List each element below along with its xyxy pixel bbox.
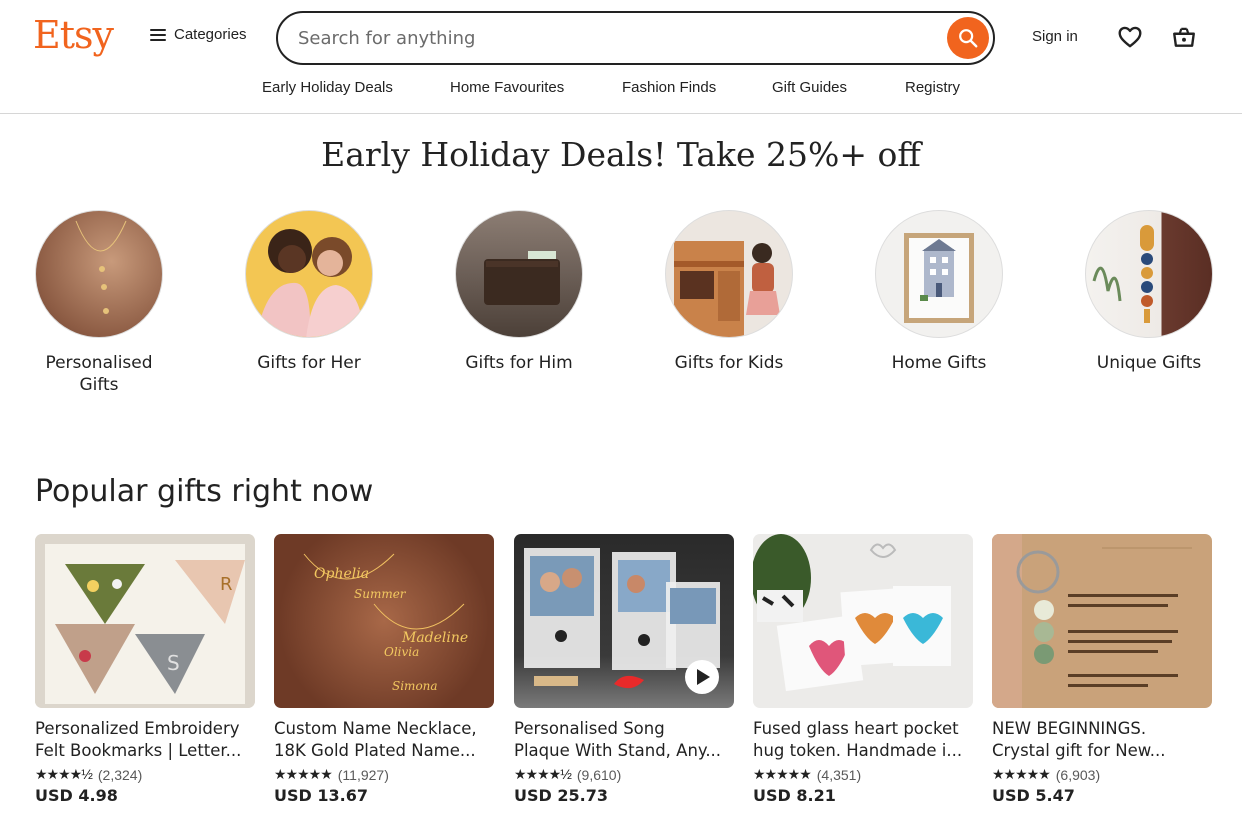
product-title: Personalized Embroidery Felt Bookmarks |… bbox=[35, 718, 255, 762]
category-label: Gifts for Her bbox=[257, 353, 361, 373]
menu-icon bbox=[150, 28, 166, 41]
product-title: Custom Name Necklace, 18K Gold Plated Na… bbox=[274, 718, 494, 762]
product-title: NEW BEGINNINGS. Crystal gift for New... bbox=[992, 718, 1212, 762]
rating-stars: ★★★★★ bbox=[992, 766, 1051, 782]
product-title: Fused glass heart pocket hug token. Hand… bbox=[753, 718, 973, 762]
nav-registry[interactable]: Registry bbox=[905, 79, 960, 96]
product-rating: ★★★★½ (9,610) bbox=[514, 766, 734, 783]
review-count: (11,927) bbox=[337, 766, 389, 783]
category-personalised-gifts[interactable]: Personalised Gifts bbox=[24, 210, 174, 396]
svg-text:Simona: Simona bbox=[392, 679, 438, 693]
categories-button[interactable]: Categories bbox=[150, 26, 247, 43]
category-image bbox=[1085, 210, 1213, 338]
product-image: R S bbox=[35, 534, 255, 708]
site-header: Etsy Categories Sign in Early Holiday De… bbox=[0, 0, 1242, 114]
category-gifts-for-her[interactable]: Gifts for Her bbox=[234, 210, 384, 374]
product-card[interactable]: NEW BEGINNINGS. Crystal gift for New... … bbox=[992, 534, 1212, 805]
product-price: USD 13.67 bbox=[274, 786, 368, 805]
category-image bbox=[875, 210, 1003, 338]
svg-text:S: S bbox=[167, 651, 180, 675]
product-title-line: Fused glass heart pocket bbox=[753, 719, 959, 738]
product-title-line: Crystal gift for New... bbox=[992, 741, 1166, 760]
search-button[interactable] bbox=[947, 17, 989, 59]
product-title-line: hug token. Handmade i... bbox=[753, 741, 963, 760]
rating-stars: ★★★★½ bbox=[35, 766, 93, 782]
category-home-gifts[interactable]: Home Gifts bbox=[864, 210, 1014, 374]
svg-text:Summer: Summer bbox=[354, 587, 407, 601]
nav-gift-guides[interactable]: Gift Guides bbox=[772, 79, 847, 96]
product-title-line: Custom Name Necklace, bbox=[274, 719, 477, 738]
rating-stars: ★★★★★ bbox=[753, 766, 812, 782]
svg-text:R: R bbox=[220, 574, 233, 595]
product-rating: ★★★★★ (4,351) bbox=[753, 766, 973, 783]
search-input[interactable] bbox=[298, 24, 938, 52]
review-count: (9,610) bbox=[576, 766, 622, 783]
category-unique-gifts[interactable]: Unique Gifts bbox=[1074, 210, 1224, 374]
product-card[interactable]: Ophelia Summer Madeline Olivia Simona Cu… bbox=[274, 534, 494, 805]
product-title-line: Felt Bookmarks | Letter... bbox=[35, 741, 242, 760]
product-image bbox=[514, 534, 734, 708]
rating-stars: ★★★★★ bbox=[274, 766, 333, 782]
nav-early-holiday-deals[interactable]: Early Holiday Deals bbox=[262, 79, 393, 96]
search-icon bbox=[959, 29, 978, 48]
category-image bbox=[665, 210, 793, 338]
svg-text:Olivia: Olivia bbox=[384, 645, 419, 659]
category-label: Home Gifts bbox=[891, 353, 987, 373]
nav-home-favourites[interactable]: Home Favourites bbox=[450, 79, 564, 96]
category-gifts-for-him[interactable]: Gifts for Him bbox=[444, 210, 594, 374]
cart-bag-icon[interactable] bbox=[1171, 24, 1197, 50]
top-nav: Early Holiday Deals Home Favourites Fash… bbox=[0, 79, 1242, 99]
product-rating: ★★★★★ (6,903) bbox=[992, 766, 1212, 783]
category-image bbox=[245, 210, 373, 338]
product-card[interactable]: R S Personalized Embroidery Felt Bookmar… bbox=[35, 534, 255, 805]
sign-in-link[interactable]: Sign in bbox=[1032, 28, 1078, 45]
svg-text:Ophelia: Ophelia bbox=[314, 566, 369, 582]
product-image bbox=[992, 534, 1212, 708]
category-image bbox=[455, 210, 583, 338]
product-image bbox=[753, 534, 973, 708]
categories-label: Categories bbox=[174, 26, 247, 43]
product-price: USD 4.98 bbox=[35, 786, 118, 805]
product-price: USD 25.73 bbox=[514, 786, 608, 805]
product-title-line: NEW BEGINNINGS. bbox=[992, 719, 1147, 738]
category-label: Unique Gifts bbox=[1096, 353, 1202, 373]
product-rating: ★★★★½ (2,324) bbox=[35, 766, 255, 783]
banner-title: Early Holiday Deals! Take 25%+ off bbox=[321, 135, 921, 174]
category-label: Gifts for Him bbox=[465, 353, 573, 373]
search-bar bbox=[276, 11, 995, 65]
favorites-heart-icon[interactable] bbox=[1117, 24, 1143, 50]
category-label: Personalised Gifts bbox=[45, 353, 153, 395]
review-count: (4,351) bbox=[816, 766, 862, 783]
review-count: (2,324) bbox=[97, 766, 143, 783]
rating-stars: ★★★★½ bbox=[514, 766, 572, 782]
product-title-line: Plaque With Stand, Any... bbox=[514, 741, 722, 760]
category-gifts-for-kids[interactable]: Gifts for Kids bbox=[654, 210, 804, 374]
nav-fashion-finds[interactable]: Fashion Finds bbox=[622, 79, 716, 96]
product-title-line: 18K Gold Plated Name... bbox=[274, 741, 476, 760]
product-image: Ophelia Summer Madeline Olivia Simona bbox=[274, 534, 494, 708]
product-price: USD 8.21 bbox=[753, 786, 836, 805]
category-image bbox=[35, 210, 163, 338]
product-title-line: Personalized Embroidery bbox=[35, 719, 240, 738]
etsy-logo[interactable]: Etsy bbox=[33, 13, 114, 57]
review-count: (6,903) bbox=[1055, 766, 1101, 783]
category-label: Gifts for Kids bbox=[674, 353, 784, 373]
product-card[interactable]: Personalised Song Plaque With Stand, Any… bbox=[514, 534, 734, 805]
product-card[interactable]: Fused glass heart pocket hug token. Hand… bbox=[753, 534, 973, 805]
svg-text:Madeline: Madeline bbox=[401, 630, 468, 646]
popular-section-title: Popular gifts right now bbox=[35, 474, 374, 509]
product-price: USD 5.47 bbox=[992, 786, 1075, 805]
product-title: Personalised Song Plaque With Stand, Any… bbox=[514, 718, 734, 762]
product-rating: ★★★★★ (11,927) bbox=[274, 766, 494, 783]
product-title-line: Personalised Song bbox=[514, 719, 665, 738]
